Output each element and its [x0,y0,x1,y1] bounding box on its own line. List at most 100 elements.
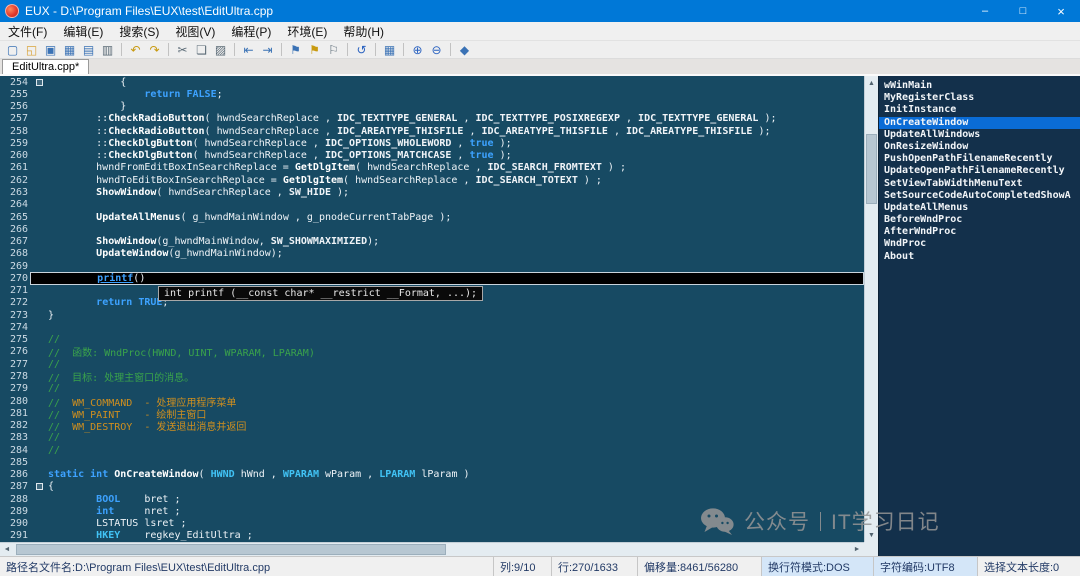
tab-editultra-cpp[interactable]: EditUltra.cpp* [2,59,89,74]
maximize-button[interactable]: □ [1004,0,1042,22]
zoom-in-button[interactable]: ⊕ [408,41,427,58]
save-file-button[interactable]: ▣ [41,41,60,58]
line-number[interactable]: 260 [0,150,30,161]
horizontal-scrollbar-thumb[interactable] [16,544,446,555]
line-number[interactable]: 282 [0,420,30,431]
line-number[interactable]: 274 [0,322,30,333]
line-number[interactable]: 265 [0,212,30,223]
line-number[interactable]: 271 [0,285,30,296]
line-number[interactable]: 288 [0,494,30,505]
horizontal-scrollbar[interactable]: ◄ ► [0,542,864,556]
line-number[interactable]: 264 [0,199,30,210]
scroll-up-icon[interactable]: ▲ [865,76,878,90]
code-line[interactable]: 287{ [0,481,864,493]
line-number[interactable]: 277 [0,359,30,370]
line-number[interactable]: 286 [0,469,30,480]
copy-button[interactable]: ❏ [192,41,211,58]
line-number[interactable]: 267 [0,236,30,247]
undo-button[interactable]: ↶ [126,41,145,58]
print-button[interactable]: ▥ [98,41,117,58]
line-number[interactable]: 259 [0,138,30,149]
minimize-button[interactable]: – [966,0,1004,22]
function-list-item[interactable]: SetSourceCodeAutoCompletedShowA [879,190,1080,202]
line-number[interactable]: 283 [0,432,30,443]
line-number[interactable]: 270 [0,273,30,284]
code-line[interactable]: 278// 目标: 处理主窗口的消息。 [0,370,864,382]
line-number[interactable]: 290 [0,518,30,529]
function-list-item[interactable]: InitInstance [879,104,1080,116]
close-file-button[interactable]: ▤ [79,41,98,58]
zoom-out-button[interactable]: ⊖ [427,41,446,58]
line-number[interactable]: 261 [0,162,30,173]
function-list-item[interactable]: UpdateOpenPathFilenameRecently [879,165,1080,177]
fold-marker-icon[interactable] [36,79,43,86]
indent-button[interactable]: ⇥ [258,41,277,58]
bookmark-next-button[interactable]: ⚑ [305,41,324,58]
menu-item-search[interactable]: 搜索(S) [111,22,167,41]
function-list-item[interactable]: PushOpenPathFilenameRecently [879,153,1080,165]
code-line[interactable]: 283// [0,432,864,444]
function-list-item[interactable]: OnCreateWindow [879,117,1080,129]
line-number[interactable]: 266 [0,224,30,235]
line-number[interactable]: 269 [0,261,30,272]
function-list-item[interactable]: BeforeWndProc [879,214,1080,226]
code-line[interactable]: 288 BOOL bret ; [0,493,864,505]
code-line[interactable]: 268 UpdateWindow(g_hwndMainWindow); [0,248,864,260]
line-number[interactable]: 263 [0,187,30,198]
line-number[interactable]: 262 [0,175,30,186]
line-number[interactable]: 273 [0,310,30,321]
code-line[interactable]: 274 [0,321,864,333]
code-line[interactable]: 273} [0,309,864,321]
open-file-button[interactable]: ◱ [22,41,41,58]
line-number[interactable]: 287 [0,481,30,492]
line-number[interactable]: 280 [0,396,30,407]
code-line[interactable]: 262 hwndToEditBoxInSearchReplace = GetDl… [0,174,864,186]
menu-item-edit[interactable]: 编辑(E) [55,22,111,41]
vertical-scrollbar[interactable]: ▲ ▼ [864,76,878,542]
scroll-left-icon[interactable]: ◄ [0,543,14,556]
bookmark-toggle-button[interactable]: ⚑ [286,41,305,58]
code-line[interactable]: 254 { [0,76,864,88]
save-all-button[interactable]: ▦ [60,41,79,58]
function-list-item[interactable]: SetViewTabWidthMenuText [879,178,1080,190]
vertical-scrollbar-thumb[interactable] [866,134,877,204]
code-line[interactable]: 266 [0,223,864,235]
line-number[interactable]: 272 [0,297,30,308]
line-number[interactable]: 278 [0,371,30,382]
redo-button[interactable]: ↷ [145,41,164,58]
navigate-back-button[interactable]: ↺ [352,41,371,58]
code-line[interactable]: 282// WM_DESTROY - 发送退出消息并返回 [0,419,864,431]
line-number[interactable]: 285 [0,457,30,468]
function-list-item[interactable]: WndProc [879,238,1080,250]
menu-item-view[interactable]: 视图(V) [167,22,223,41]
line-number[interactable]: 291 [0,530,30,541]
code-line[interactable]: 260 ::CheckDlgButton( hwndSearchReplace … [0,150,864,162]
code-line[interactable]: 256 } [0,101,864,113]
code-line[interactable]: 269 [0,260,864,272]
code-line[interactable]: 259 ::CheckDlgButton( hwndSearchReplace … [0,137,864,149]
line-number[interactable]: 276 [0,346,30,357]
line-number[interactable]: 255 [0,89,30,100]
cut-button[interactable]: ✂ [173,41,192,58]
function-list-item[interactable]: wWinMain [879,80,1080,92]
window-list-button[interactable]: ▦ [380,41,399,58]
code-line[interactable]: 258 ::CheckRadioButton( hwndSearchReplac… [0,125,864,137]
function-list-item[interactable]: MyRegisterClass [879,92,1080,104]
line-number[interactable]: 275 [0,334,30,345]
line-number[interactable]: 258 [0,126,30,137]
code-line[interactable]: 285 [0,456,864,468]
function-list-item[interactable]: UpdateAllMenus [879,202,1080,214]
menu-item-file[interactable]: 文件(F) [0,22,55,41]
code-line[interactable]: 276// 函数: WndProc(HWND, UINT, WPARAM, LP… [0,346,864,358]
code-line[interactable]: 261 hwndFromEditBoxInSearchReplace = Get… [0,162,864,174]
line-number[interactable]: 289 [0,506,30,517]
scroll-right-icon[interactable]: ► [850,543,864,556]
function-list-item[interactable]: OnResizeWindow [879,141,1080,153]
code-line[interactable]: 255 return FALSE; [0,88,864,100]
menu-item-program[interactable]: 编程(P) [223,22,279,41]
line-number[interactable]: 268 [0,248,30,259]
new-file-button[interactable]: ▢ [3,41,22,58]
fold-marker-icon[interactable] [36,483,43,490]
function-list-item[interactable]: UpdateAllWindows [879,129,1080,141]
code-line[interactable]: 267 ShowWindow(g_hwndMainWindow, SW_SHOW… [0,235,864,247]
